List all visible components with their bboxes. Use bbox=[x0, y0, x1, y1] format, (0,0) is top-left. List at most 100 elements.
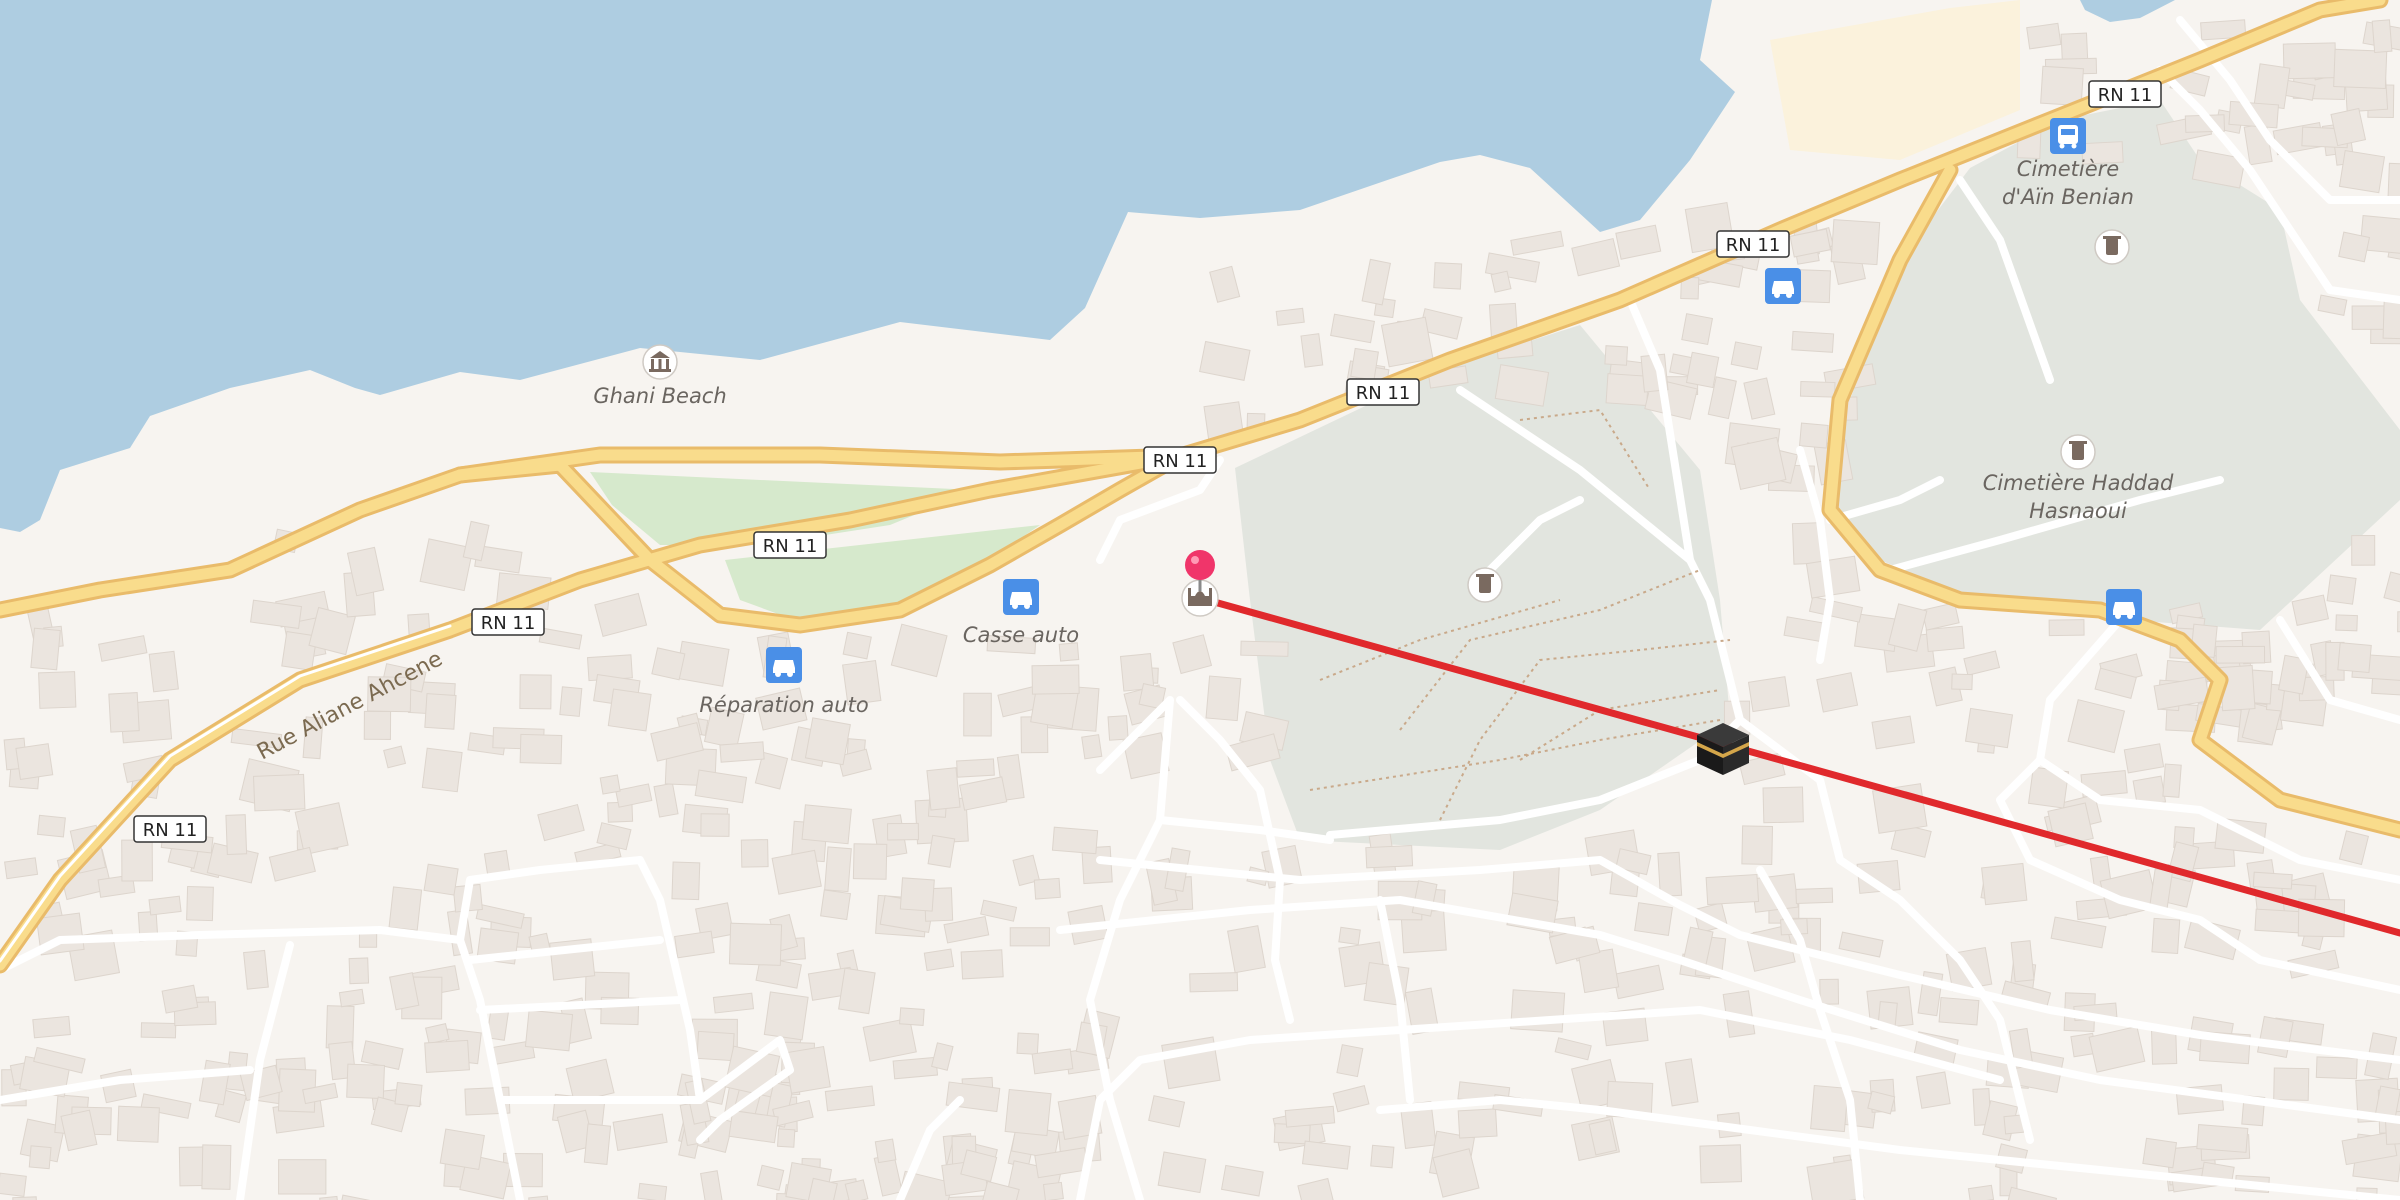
poi-bus-stop[interactable] bbox=[2050, 118, 2086, 154]
building bbox=[923, 948, 955, 972]
building bbox=[892, 1056, 939, 1080]
poi-label: Réparation auto bbox=[699, 693, 868, 717]
building bbox=[696, 1030, 735, 1062]
building bbox=[559, 686, 583, 717]
building bbox=[899, 877, 935, 912]
road-shield: RN 11 bbox=[2088, 80, 2162, 108]
road-shield: RN 11 bbox=[133, 815, 207, 843]
svg-text:RN 11: RN 11 bbox=[2098, 85, 2153, 106]
building bbox=[777, 1128, 796, 1148]
poi-label: Hasnaoui bbox=[2029, 499, 2127, 523]
building bbox=[1081, 734, 1103, 760]
building bbox=[346, 1063, 385, 1100]
building bbox=[1457, 1108, 1498, 1139]
building bbox=[637, 1182, 668, 1200]
building bbox=[140, 1022, 177, 1039]
building bbox=[1951, 673, 1973, 691]
building bbox=[116, 1105, 160, 1143]
building bbox=[1240, 640, 1289, 657]
building bbox=[801, 804, 852, 845]
building bbox=[1016, 1032, 1039, 1055]
building bbox=[1805, 555, 1861, 599]
building bbox=[1604, 345, 1629, 366]
road-shield: RN 11 bbox=[1346, 378, 1420, 406]
building bbox=[1494, 364, 1550, 407]
building bbox=[2371, 19, 2393, 54]
building bbox=[338, 988, 365, 1008]
building bbox=[820, 889, 852, 921]
building bbox=[1747, 676, 1790, 713]
building bbox=[671, 861, 701, 901]
building bbox=[2026, 22, 2062, 50]
poi-car-service[interactable] bbox=[1765, 268, 1801, 304]
building bbox=[2040, 65, 2084, 107]
cemetery-marker[interactable] bbox=[2094, 229, 2130, 265]
building bbox=[30, 627, 61, 671]
building bbox=[1938, 996, 1980, 1026]
cemetery-marker[interactable] bbox=[1467, 567, 1503, 603]
building bbox=[2048, 619, 2085, 637]
building bbox=[842, 631, 872, 660]
building bbox=[1490, 270, 1512, 293]
building bbox=[1730, 341, 1763, 370]
building bbox=[651, 647, 686, 681]
building bbox=[1685, 351, 1720, 389]
building bbox=[763, 991, 809, 1041]
building bbox=[956, 758, 995, 778]
building bbox=[1795, 887, 1834, 905]
building bbox=[36, 814, 66, 838]
building bbox=[225, 814, 248, 855]
building bbox=[2215, 645, 2266, 664]
road-shield: RN 11 bbox=[753, 531, 827, 559]
building bbox=[1157, 1151, 1207, 1194]
map-canvas[interactable]: RN 11 RN 11 RN 11 RN 11 RN 11 RN 11 RN 1… bbox=[0, 0, 2400, 1200]
building bbox=[1799, 380, 1836, 398]
building bbox=[423, 863, 459, 896]
building bbox=[607, 688, 652, 732]
building bbox=[1275, 307, 1305, 326]
building bbox=[1031, 664, 1080, 695]
road-shield: RN 11 bbox=[471, 608, 545, 636]
building bbox=[1189, 972, 1239, 993]
building bbox=[675, 640, 730, 687]
building bbox=[2326, 574, 2357, 605]
building bbox=[2330, 107, 2367, 147]
poi-car-service[interactable] bbox=[2106, 589, 2142, 625]
building bbox=[2254, 908, 2302, 934]
building bbox=[1741, 825, 1774, 865]
building bbox=[886, 822, 919, 841]
building bbox=[599, 774, 621, 795]
building bbox=[519, 674, 552, 710]
building bbox=[2142, 1137, 2178, 1169]
building bbox=[1830, 219, 1881, 266]
poi-label: d'Aïn Benian bbox=[2002, 185, 2134, 209]
svg-text:RN 11: RN 11 bbox=[143, 820, 198, 841]
building bbox=[383, 745, 407, 769]
svg-text:RN 11: RN 11 bbox=[1356, 383, 1411, 404]
building bbox=[874, 1138, 897, 1164]
building bbox=[1762, 786, 1804, 824]
building bbox=[899, 1007, 925, 1026]
building bbox=[1107, 715, 1129, 741]
building bbox=[2273, 1067, 2310, 1101]
building bbox=[108, 692, 140, 733]
building bbox=[524, 1009, 574, 1052]
building bbox=[1798, 422, 1829, 449]
building bbox=[719, 741, 765, 763]
building bbox=[771, 849, 822, 895]
building bbox=[804, 717, 851, 766]
poi-label: Casse auto bbox=[963, 623, 1079, 647]
building bbox=[363, 710, 392, 740]
building bbox=[1634, 902, 1674, 936]
building bbox=[2253, 63, 2291, 110]
building bbox=[201, 1144, 232, 1190]
building bbox=[0, 1172, 27, 1197]
svg-text:RN 11: RN 11 bbox=[1153, 451, 1208, 472]
building bbox=[252, 773, 306, 812]
building bbox=[1033, 877, 1061, 900]
building bbox=[927, 834, 956, 868]
building bbox=[439, 1128, 485, 1170]
building bbox=[583, 1123, 612, 1165]
building bbox=[728, 922, 783, 966]
building bbox=[15, 743, 54, 781]
